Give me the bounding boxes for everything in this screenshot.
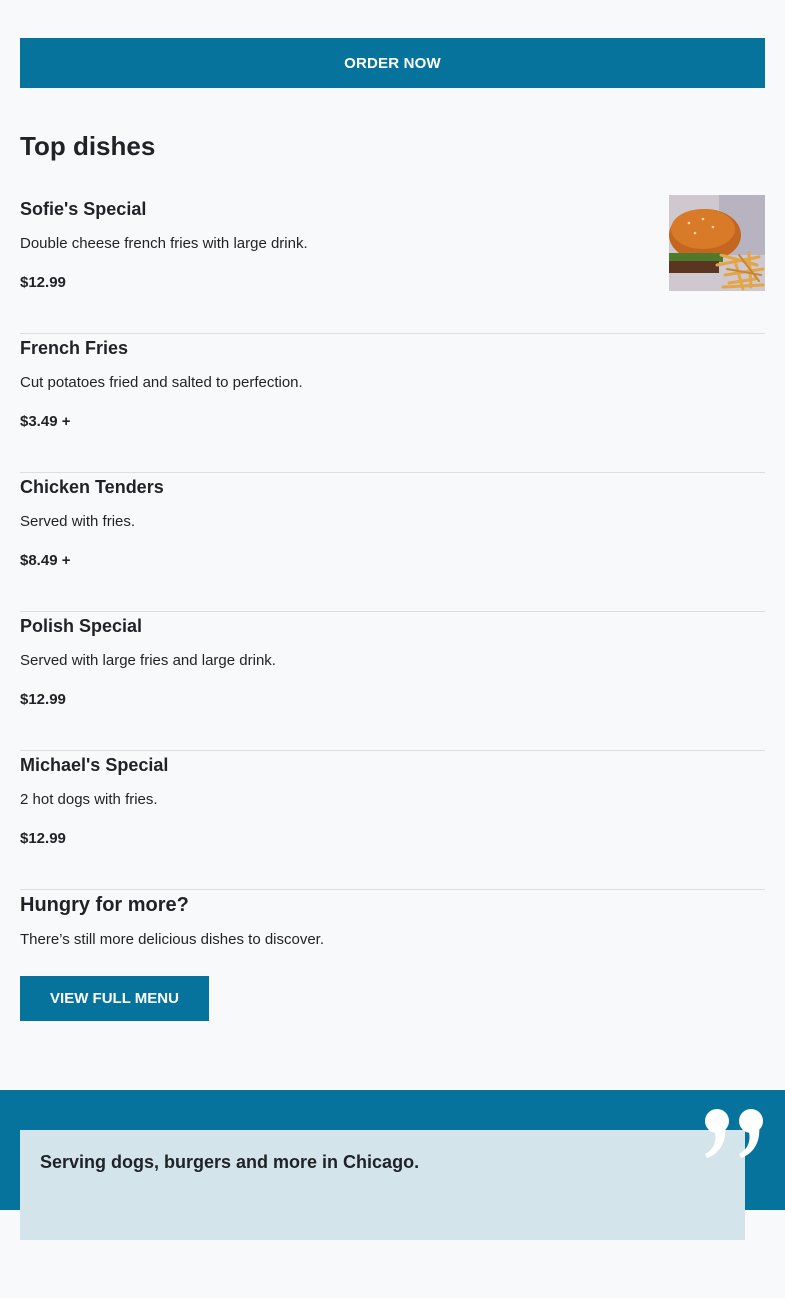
closing-quote-icon	[705, 1109, 763, 1158]
dish-name: Polish Special	[20, 616, 143, 636]
dish-price: $12.99	[20, 830, 66, 847]
dish-price: $3.49 +	[20, 413, 71, 430]
dish-description: 2 hot dogs with fries.	[20, 791, 158, 808]
dish-item[interactable]: Michael's Special 2 hot dogs with fries.…	[20, 751, 765, 890]
dish-photo[interactable]	[669, 195, 765, 291]
dish-name: Sofie's Special	[20, 199, 147, 219]
burger-fries-photo-icon	[669, 195, 765, 291]
order-now-button[interactable]: ORDER NOW	[20, 38, 765, 88]
dish-item[interactable]: Polish Special Served with large fries a…	[20, 612, 765, 751]
hungry-for-more-heading: Hungry for more?	[20, 894, 189, 916]
dish-description: Served with large fries and large drink.	[20, 652, 276, 669]
dish-price: $12.99	[20, 691, 66, 708]
dish-description: Double cheese french fries with large dr…	[20, 235, 308, 252]
testimonial-text: Serving dogs, burgers and more in Chicag…	[40, 1152, 420, 1172]
top-dishes-heading: Top dishes	[20, 131, 156, 161]
dish-name: Michael's Special	[20, 755, 169, 775]
dish-item[interactable]: French Fries Cut potatoes fried and salt…	[20, 334, 765, 473]
dish-description: Served with fries.	[20, 513, 136, 530]
dish-name: Chicken Tenders	[20, 477, 164, 497]
dish-price: $8.49 +	[20, 552, 71, 569]
dish-item[interactable]: Sofie's Special Double cheese french fri…	[20, 195, 765, 334]
view-full-menu-button[interactable]: VIEW FULL MENU	[20, 976, 209, 1021]
hungry-for-more-text: There’s still more delicious dishes to d…	[20, 931, 325, 948]
dish-price: $12.99	[20, 274, 66, 291]
dish-description: Cut potatoes fried and salted to perfect…	[20, 374, 303, 391]
testimonial-box: Serving dogs, burgers and more in Chicag…	[20, 1130, 745, 1240]
dish-name: French Fries	[20, 338, 129, 358]
dish-item[interactable]: Chicken Tenders Served with fries. $8.49…	[20, 473, 765, 612]
